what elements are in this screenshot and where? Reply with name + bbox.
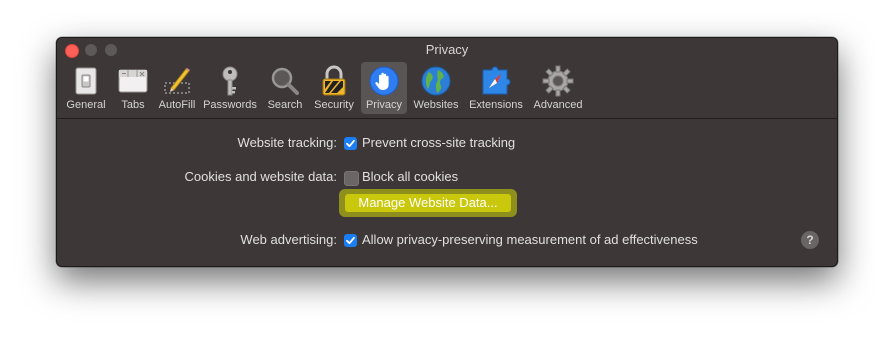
checkmark-icon (346, 139, 355, 148)
block-cookies-checkbox[interactable] (344, 171, 359, 186)
titlebar: Privacy General Tabs AutoFill Passwords … (57, 38, 837, 119)
tab-tabs-label: Tabs (121, 99, 145, 111)
tab-extensions-label: Extensions (469, 99, 523, 111)
prevent-tracking-text[interactable]: Prevent cross-site tracking (362, 135, 515, 150)
ad-measurement-text[interactable]: Allow privacy-preserving measurement of … (362, 232, 698, 247)
web-advertising-label: Web advertising: (240, 232, 337, 247)
tab-general[interactable]: General (63, 62, 109, 114)
tab-search-label: Search (267, 99, 303, 111)
block-cookies-text[interactable]: Block all cookies (362, 169, 458, 184)
tab-passwords-label: Passwords (203, 99, 257, 111)
tab-websites[interactable]: Websites (409, 62, 463, 114)
tab-tabs[interactable]: Tabs (113, 62, 153, 114)
tab-privacy[interactable]: Privacy (361, 62, 407, 114)
magnifier-icon (269, 65, 301, 97)
tab-security[interactable]: Security (309, 62, 359, 114)
website-tracking-label: Website tracking: (237, 135, 337, 150)
tab-security-label: Security (314, 99, 354, 111)
hand-icon (368, 65, 400, 97)
puzzle-compass-icon (480, 65, 512, 97)
help-button[interactable]: ? (801, 231, 819, 249)
privacy-pane: Website tracking: Prevent cross-site tra… (57, 119, 837, 266)
tab-extensions[interactable]: Extensions (465, 62, 527, 114)
cookies-label: Cookies and website data: (184, 169, 337, 184)
tab-advanced-label: Advanced (533, 99, 583, 111)
tab-websites-label: Websites (413, 99, 459, 111)
globe-icon (420, 65, 452, 97)
manage-website-data-button[interactable]: Manage Website Data... (345, 194, 511, 212)
tab-general-label: General (66, 99, 106, 111)
tab-passwords[interactable]: Passwords (201, 62, 259, 114)
prevent-tracking-checkbox[interactable] (344, 137, 357, 150)
tabs-icon (117, 65, 149, 97)
general-switch-icon (70, 65, 102, 97)
tab-autofill[interactable]: AutoFill (155, 62, 199, 114)
window-title: Privacy (425, 42, 469, 57)
manage-website-data-highlight: Manage Website Data... (339, 189, 517, 217)
tab-search[interactable]: Search (263, 62, 307, 114)
autofill-pencil-icon (161, 65, 193, 97)
tab-autofill-label: AutoFill (158, 99, 196, 111)
key-icon (214, 65, 246, 97)
padlock-icon (318, 65, 350, 97)
tab-privacy-label: Privacy (365, 99, 403, 111)
preferences-window: Privacy General Tabs AutoFill Passwords … (56, 37, 838, 267)
checkmark-icon (346, 236, 355, 245)
gear-icon (542, 65, 574, 97)
ad-measurement-checkbox[interactable] (344, 234, 357, 247)
tab-advanced[interactable]: Advanced (529, 62, 587, 114)
